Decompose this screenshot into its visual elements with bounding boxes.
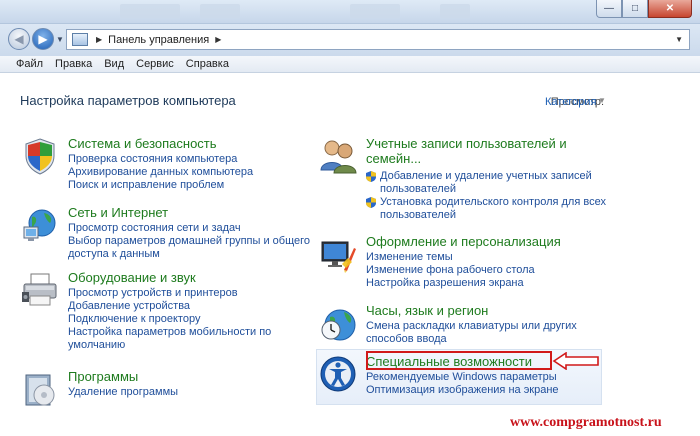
link-parental-controls[interactable]: Установка родительского контроля для все… [366,196,606,209]
link-add-device[interactable]: Добавление устройства [68,300,271,313]
link-homegroup[interactable]: Выбор параметров домашней группы и общег… [68,235,310,248]
category-links: Удаление программы [68,386,178,399]
link-homegroup-cont[interactable]: доступа к данным [68,248,310,261]
users-icon [320,140,357,174]
address-row: ◀ ▶ ▼ ▶ Панель управления ▶ ▼ [0,24,700,56]
category-title[interactable]: Программы [68,369,138,384]
minimize-button[interactable]: — [596,0,622,18]
link-optimize-display[interactable]: Оптимизация изображения на экране [366,384,559,397]
link-projector[interactable]: Подключение к проектору [68,313,271,326]
printer-icon [22,273,57,306]
appearance-icon [321,241,356,273]
link-backup[interactable]: Архивирование данных компьютера [68,166,253,179]
titlebar-blur [350,4,400,18]
link-keyboard-layout-cont[interactable]: способов ввода [366,333,577,346]
category-title[interactable]: Часы, язык и регион [366,303,488,318]
menu-edit[interactable]: Правка [49,56,98,72]
category-links: Просмотр состояния сети и задач Выбор па… [68,222,310,261]
accessibility-icon [320,356,356,392]
link-network-status[interactable]: Просмотр состояния сети и задач [68,222,310,235]
link-troubleshoot[interactable]: Поиск и исправление проблем [68,179,253,192]
link-parental-controls-cont[interactable]: пользователей [366,209,606,222]
link-add-remove-accounts[interactable]: Добавление и удаление учетных записей [366,170,606,183]
arrow-left-icon: ◀ [14,32,24,46]
link-change-background[interactable]: Изменение фона рабочего стола [366,264,535,277]
category-links: Смена раскладки клавиатуры или других сп… [366,320,577,346]
category-links: Проверка состояния компьютера Архивирова… [68,153,253,192]
category-links: Добавление и удаление учетных записей по… [366,170,606,222]
titlebar-blur [120,4,180,18]
maximize-icon: □ [631,3,639,14]
maximize-button[interactable]: □ [622,0,648,18]
address-dropdown-icon[interactable]: ▼ [675,35,683,44]
category-title-line1: Учетные записи пользователей и [366,136,567,151]
category-links: Рекомендуемые Windows параметры Оптимиза… [366,371,559,397]
category-title[interactable]: Система и безопасность [68,136,217,151]
menu-help[interactable]: Справка [180,56,235,72]
link-change-theme[interactable]: Изменение темы [366,251,535,264]
control-panel-icon [72,33,88,46]
page-title: Настройка параметров компьютера [20,93,236,108]
link-mobility[interactable]: Настройка параметров мобильности по [68,326,271,339]
category-links: Просмотр устройств и принтеров Добавлени… [68,287,271,352]
link-mobility-cont[interactable]: умолчанию [68,339,271,352]
close-icon: ✕ [665,3,675,14]
breadcrumb-control-panel[interactable]: Панель управления [108,34,209,46]
link-text: Добавление и удаление учетных записей [380,170,592,182]
watermark: www.compgramotnost.ru [510,415,662,430]
link-devices-printers[interactable]: Просмотр устройств и принтеров [68,287,271,300]
menu-file[interactable]: Файл [10,56,49,72]
address-bar[interactable]: ▶ Панель управления ▶ ▼ [66,29,690,50]
clock-globe-icon [321,309,356,341]
history-dropdown-icon[interactable]: ▼ [56,35,64,44]
window-controls: — □ ✕ [596,0,692,18]
control-panel-content: Настройка параметров компьютера Просмотр… [8,74,692,436]
category-links: Изменение темы Изменение фона рабочего с… [366,251,535,290]
forward-button[interactable]: ▶ [32,28,54,50]
category-title-line2: семейн... [366,151,422,166]
uac-shield-icon [366,197,376,208]
link-recommended-settings[interactable]: Рекомендуемые Windows параметры [366,371,559,384]
link-add-remove-accounts-cont[interactable]: пользователей [366,183,606,196]
breadcrumb-separator-icon[interactable]: ▶ [215,35,221,44]
menu-tools[interactable]: Сервис [130,56,180,72]
chevron-down-icon[interactable]: ▼ [598,96,606,105]
red-arrow-icon [552,352,599,370]
breadcrumb-separator-icon[interactable]: ▶ [96,35,102,44]
titlebar-blur [200,4,240,18]
category-title[interactable]: Оформление и персонализация [366,234,561,249]
highlight-box [366,351,552,370]
titlebar-blur [440,4,470,18]
category-title[interactable]: Учетные записи пользователей и семейн... [366,136,567,166]
link-screen-resolution[interactable]: Настройка разрешения экрана [366,277,535,290]
menu-bar: Файл Правка Вид Сервис Справка [0,56,700,73]
link-check-status[interactable]: Проверка состояния компьютера [68,153,253,166]
uac-shield-icon [366,171,376,182]
link-keyboard-layout[interactable]: Смена раскладки клавиатуры или других [366,320,577,333]
shield-icon [25,138,55,175]
arrow-right-icon: ▶ [38,32,48,46]
programs-icon [25,374,55,406]
minimize-icon: — [604,3,614,14]
link-text: Установка родительского контроля для все… [380,196,606,208]
category-title[interactable]: Оборудование и звук [68,270,196,285]
close-button[interactable]: ✕ [648,0,692,18]
category-title[interactable]: Сеть и Интернет [68,205,168,220]
view-by-dropdown[interactable]: Категория [545,96,596,108]
menu-view[interactable]: Вид [98,56,130,72]
window-titlebar: — □ ✕ [0,0,700,24]
back-button[interactable]: ◀ [8,28,30,50]
network-icon [23,209,56,241]
link-uninstall[interactable]: Удаление программы [68,386,178,399]
